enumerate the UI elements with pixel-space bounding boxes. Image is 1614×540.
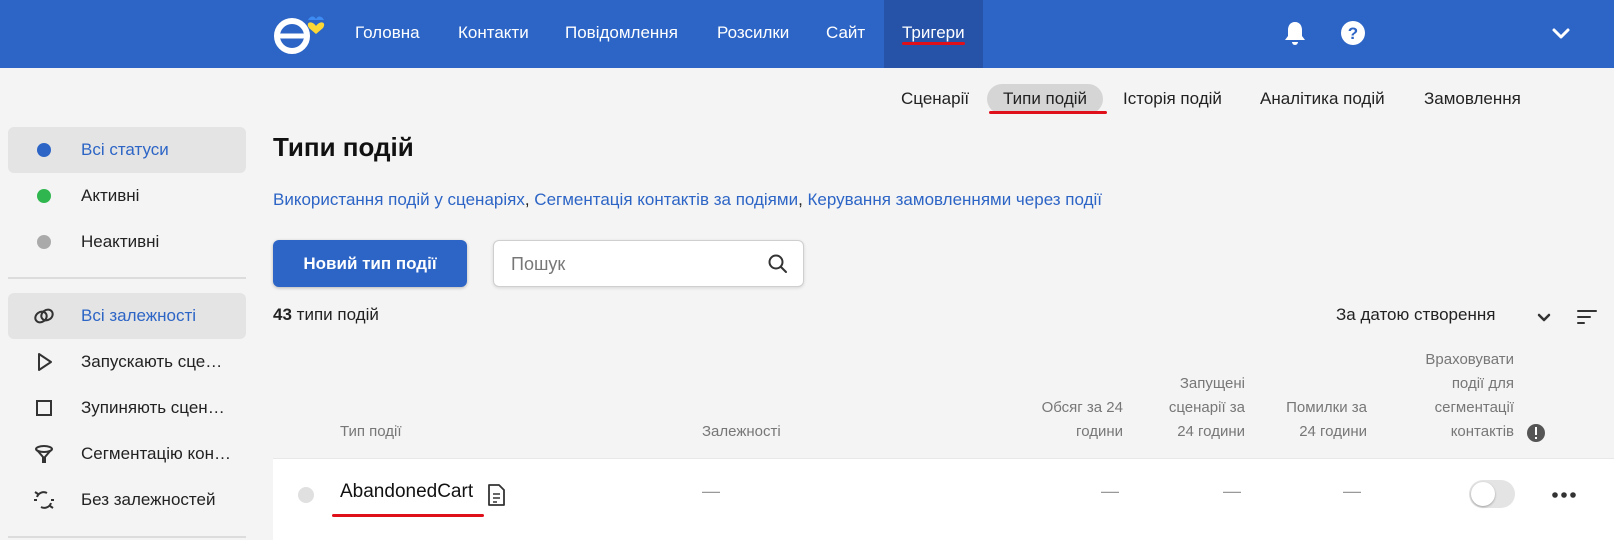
document-icon[interactable]	[486, 483, 506, 507]
header-launched: Запущені сценарії за 24 години	[1120, 372, 1245, 444]
filter-stop-scenarios[interactable]: Зупиняють сценарії	[8, 385, 246, 431]
header-segmentation: Враховувати події для сегментації контак…	[1380, 348, 1514, 444]
tab-active-underline	[989, 111, 1107, 114]
filter-active[interactable]: Активні	[8, 173, 246, 219]
tab-event-analytics[interactable]: Аналітика подій	[1260, 84, 1385, 114]
search-box	[493, 240, 804, 287]
nav-campaigns[interactable]: Розсилки	[717, 0, 789, 68]
filter-label: Без залежностей	[81, 490, 216, 509]
filter-label: Всі статуси	[81, 140, 169, 159]
new-event-type-button[interactable]: Новий тип події	[273, 240, 467, 287]
link-separator: ,	[798, 190, 808, 209]
filter-label: Всі залежності	[81, 306, 197, 325]
status-dot-blue	[37, 143, 51, 157]
header-launched-line: сценарії за	[1168, 399, 1245, 416]
bell-icon[interactable]	[1280, 18, 1310, 48]
event-type-count: 43 типи подій	[273, 305, 379, 325]
nav-active-underline	[902, 42, 965, 45]
sidebar-divider	[8, 536, 246, 538]
tab-event-history[interactable]: Історія подій	[1123, 84, 1222, 114]
tab-orders[interactable]: Замовлення	[1424, 84, 1521, 114]
help-icon[interactable]: ?	[1338, 18, 1368, 48]
count-label: типи подій	[296, 305, 379, 324]
nav-triggers[interactable]: Тригери	[884, 0, 983, 68]
header-segmentation-line: сегментації	[1434, 399, 1514, 416]
sort-select[interactable]: За датою створення	[1336, 305, 1495, 325]
header-segmentation-line: події для	[1451, 375, 1514, 392]
volume-value: —	[1101, 481, 1119, 501]
filter-all-dependencies[interactable]: Всі залежності	[8, 293, 246, 339]
svg-text:?: ?	[1348, 24, 1358, 43]
header-event-type: Тип події	[340, 423, 402, 440]
chevron-down-icon[interactable]	[1546, 18, 1576, 48]
nav-home[interactable]: Головна	[355, 0, 420, 68]
nav-messages[interactable]: Повідомлення	[565, 0, 678, 68]
logo-icon[interactable]	[272, 10, 336, 58]
header-segmentation-line: Враховувати	[1425, 351, 1514, 368]
count-number: 43	[273, 305, 292, 324]
header-launched-line: Запущені	[1179, 375, 1245, 392]
help-link-segmentation[interactable]: Сегментація контактів за подіями	[534, 190, 798, 209]
play-icon	[38, 353, 52, 371]
header-errors: Помилки за 24 години	[1250, 396, 1367, 444]
filter-label: Сегментацію контактів	[81, 444, 231, 463]
link-icon	[34, 308, 54, 324]
filter-launch-scenarios[interactable]: Запускають сценарії	[8, 339, 246, 385]
name-underline	[332, 514, 484, 517]
status-dot-gray	[37, 235, 51, 249]
filter-label: Зупиняють сценарії	[81, 398, 231, 417]
status-dot-green	[37, 189, 51, 203]
broken-link-icon	[34, 491, 54, 509]
info-icon[interactable]	[1526, 423, 1546, 443]
header-segmentation-line: контактів	[1450, 423, 1514, 440]
status-dot-inactive	[298, 487, 314, 503]
filter-segmentation[interactable]: Сегментацію контактів	[8, 431, 246, 477]
filter-icon	[35, 445, 53, 463]
header-volume: Обсяг за 24 години	[1000, 396, 1123, 444]
tab-scenarios[interactable]: Сценарії	[901, 84, 969, 114]
header-volume-line: години	[1076, 423, 1123, 440]
sort-order-icon[interactable]	[1575, 305, 1599, 329]
dependencies-value: —	[702, 481, 720, 501]
errors-value: —	[1343, 481, 1361, 501]
nav-triggers-label: Тригери	[902, 23, 965, 42]
help-link-orders[interactable]: Керування замовленнями через події	[808, 190, 1103, 209]
toggle-knob	[1471, 482, 1495, 506]
header-dependencies: Залежності	[702, 423, 781, 440]
nav-contacts[interactable]: Контакти	[458, 0, 529, 68]
launched-value: —	[1223, 481, 1241, 501]
header-errors-line: 24 години	[1299, 423, 1367, 440]
help-links: Використання подій у сценаріях, Сегмента…	[273, 190, 1102, 210]
link-separator: ,	[524, 190, 535, 209]
header-launched-line: 24 години	[1177, 423, 1245, 440]
filter-inactive[interactable]: Неактивні	[8, 219, 246, 265]
table-row[interactable]: AbandonedCart — — — —	[273, 458, 1614, 540]
search-input[interactable]	[511, 252, 761, 276]
header-errors-line: Помилки за	[1286, 399, 1367, 416]
filter-no-dependencies[interactable]: Без залежностей	[8, 477, 246, 523]
header-volume-line: Обсяг за 24	[1041, 399, 1123, 416]
filter-label: Активні	[81, 186, 140, 205]
stop-icon	[36, 400, 52, 416]
more-options-icon[interactable]	[1548, 483, 1580, 507]
chevron-down-icon[interactable]	[1533, 306, 1555, 328]
tab-event-types[interactable]: Типи подій	[987, 84, 1104, 114]
nav-site[interactable]: Сайт	[826, 0, 865, 68]
filter-label: Запускають сценарії	[81, 352, 231, 371]
page-title: Типи подій	[273, 132, 414, 162]
segmentation-toggle[interactable]	[1469, 480, 1515, 508]
event-type-name[interactable]: AbandonedCart	[340, 481, 473, 503]
search-icon[interactable]	[767, 253, 789, 275]
sidebar-divider	[8, 277, 246, 279]
filter-label: Неактивні	[81, 232, 160, 251]
filter-all-statuses[interactable]: Всі статуси	[8, 127, 246, 173]
help-link-scenarios[interactable]: Використання подій у сценаріях	[273, 190, 525, 209]
top-navigation-bar: Головна Контакти Повідомлення Розсилки С…	[0, 0, 1614, 68]
